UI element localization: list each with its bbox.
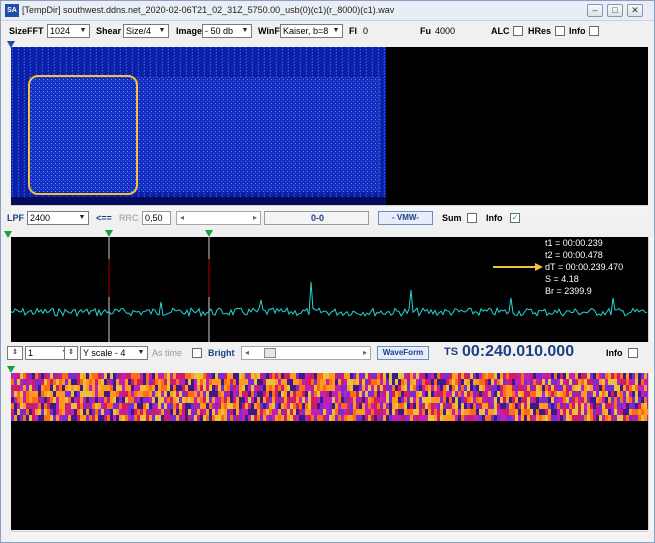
channel-spinner[interactable]: ⇕ xyxy=(7,346,23,360)
chevron-right-icon: ▸ xyxy=(362,348,367,357)
yscale-select[interactable]: Y scale - 4 ▼ xyxy=(80,346,148,360)
measurement-readout: t1 = 00:00.239 t2 = 00:00.478 dT = 00:00… xyxy=(545,237,647,297)
info-checkbox-top[interactable] xyxy=(589,26,599,36)
bright-label: Bright xyxy=(208,348,235,358)
app-logo-icon: SA xyxy=(5,4,19,17)
chevron-down-icon: ▼ xyxy=(158,27,166,34)
alc-label: ALC xyxy=(491,26,510,36)
chevron-down-icon: ▼ xyxy=(332,27,340,34)
yscale-spinner[interactable]: ⇕ xyxy=(64,346,78,360)
info-checkbox-wave[interactable] xyxy=(628,348,638,358)
minimize-button[interactable]: – xyxy=(587,4,603,17)
sum-checkbox[interactable] xyxy=(467,213,477,223)
sum-label: Sum xyxy=(442,213,462,223)
hres-label: HRes xyxy=(528,26,552,36)
image-select[interactable]: - 50 db ▼ xyxy=(202,24,252,38)
waterfall-graphic xyxy=(11,373,648,421)
br-readout: Br = 2399.9 xyxy=(545,286,592,296)
chevron-down-icon: ▼ xyxy=(137,349,145,356)
waveform-view[interactable]: t1 = 00:00.239 t2 = 00:00.478 dT = 00:00… xyxy=(11,237,648,342)
apply-arrow-button[interactable]: <== xyxy=(96,213,112,223)
ts-label: TS xyxy=(444,346,459,358)
info-checkbox-filter[interactable]: ✓ xyxy=(510,213,520,223)
bottom-marker-icon[interactable] xyxy=(7,366,15,373)
waterfall-vertical-scrollbar[interactable] xyxy=(648,373,654,530)
waveform-vertical-scrollbar[interactable] xyxy=(648,237,654,342)
fu-label: Fu xyxy=(420,26,431,36)
hres-checkbox[interactable] xyxy=(555,26,565,36)
info-label-top: Info xyxy=(569,26,586,36)
info-label-wave: Info xyxy=(606,348,623,358)
symbol-waterfall-view[interactable] xyxy=(11,373,648,530)
title-bar: SA [TempDir] southwest.ddns.net_2020-02-… xyxy=(1,1,654,21)
yscale-value: Y scale - 4 xyxy=(83,348,126,358)
timestamp-value: 00:240.010.000 xyxy=(462,343,575,360)
t1-marker-icon[interactable] xyxy=(105,230,113,237)
chevron-down-icon: ▼ xyxy=(78,214,86,221)
image-value: - 50 db xyxy=(205,26,234,36)
shear-value: Size/4 xyxy=(126,26,152,36)
minimize-icon: – xyxy=(592,5,598,15)
t2-readout: t2 = 00:00.478 xyxy=(545,250,603,260)
alc-checkbox[interactable] xyxy=(513,26,523,36)
waterfall-horizontal-scrollbar[interactable] xyxy=(11,531,648,541)
chevron-down-icon: ▼ xyxy=(79,27,87,34)
lpf-select[interactable]: 2400 ▼ xyxy=(27,211,89,225)
winf-select[interactable]: Kaiser, b=8 ▼ xyxy=(280,24,343,38)
waveform-button[interactable]: WaveForm xyxy=(377,346,429,360)
rrc-input[interactable]: 0,50 xyxy=(142,211,171,225)
shear-select[interactable]: Size/4 ▼ xyxy=(123,24,169,38)
close-button[interactable]: ✕ xyxy=(627,4,643,17)
maximize-button[interactable]: □ xyxy=(607,4,623,17)
sizefft-label: SizeFFT xyxy=(9,26,44,36)
close-icon: ✕ xyxy=(631,5,639,15)
s-readout: S = 4.18 xyxy=(545,274,579,284)
chevron-left-icon: ◂ xyxy=(179,213,184,222)
range-display: 0-0 xyxy=(264,211,369,225)
info-label-filter: Info xyxy=(486,213,503,223)
channel-value: 1 xyxy=(28,348,34,358)
vmw-button[interactable]: - VMW- xyxy=(378,211,433,225)
fu-input[interactable]: 4000 xyxy=(432,24,482,38)
bright-slider[interactable]: ◂ ▸ xyxy=(241,346,371,360)
lpf-value: 2400 xyxy=(30,213,51,223)
rrc-slider[interactable]: ◂ ▸ xyxy=(176,211,261,225)
image-label: Image xyxy=(176,26,203,36)
chevron-down-icon: ▼ xyxy=(241,27,249,34)
highlight-box xyxy=(28,75,138,195)
spectrogram-view[interactable] xyxy=(11,47,648,205)
bright-slider-thumb[interactable] xyxy=(264,348,276,358)
window-title: [TempDir] southwest.ddns.net_2020-02-06T… xyxy=(22,5,395,15)
winf-label: WinF xyxy=(258,26,280,36)
sizefft-value: 1024 xyxy=(50,26,71,36)
shear-label: Shear xyxy=(96,26,122,36)
astime-checkbox[interactable] xyxy=(192,348,202,358)
fl-input[interactable]: 0 xyxy=(360,24,410,38)
sizefft-select[interactable]: 1024 ▼ xyxy=(47,24,90,38)
t1-readout: t1 = 00:00.239 xyxy=(545,238,603,248)
fl-label: Fl xyxy=(349,26,357,36)
t2-marker-icon[interactable] xyxy=(205,230,213,237)
app-window: SA [TempDir] southwest.ddns.net_2020-02-… xyxy=(0,0,655,543)
chevron-right-icon: ▸ xyxy=(252,213,257,222)
lpf-label: LPF xyxy=(7,213,24,223)
maximize-icon: □ xyxy=(612,5,618,15)
astime-label: As time xyxy=(152,348,183,358)
winf-value: Kaiser, b=8 xyxy=(283,26,329,36)
chevron-left-icon: ◂ xyxy=(244,348,249,357)
dt-readout: dT = 00:00.239.470 xyxy=(545,262,624,272)
rrc-label: RRC xyxy=(119,213,139,223)
